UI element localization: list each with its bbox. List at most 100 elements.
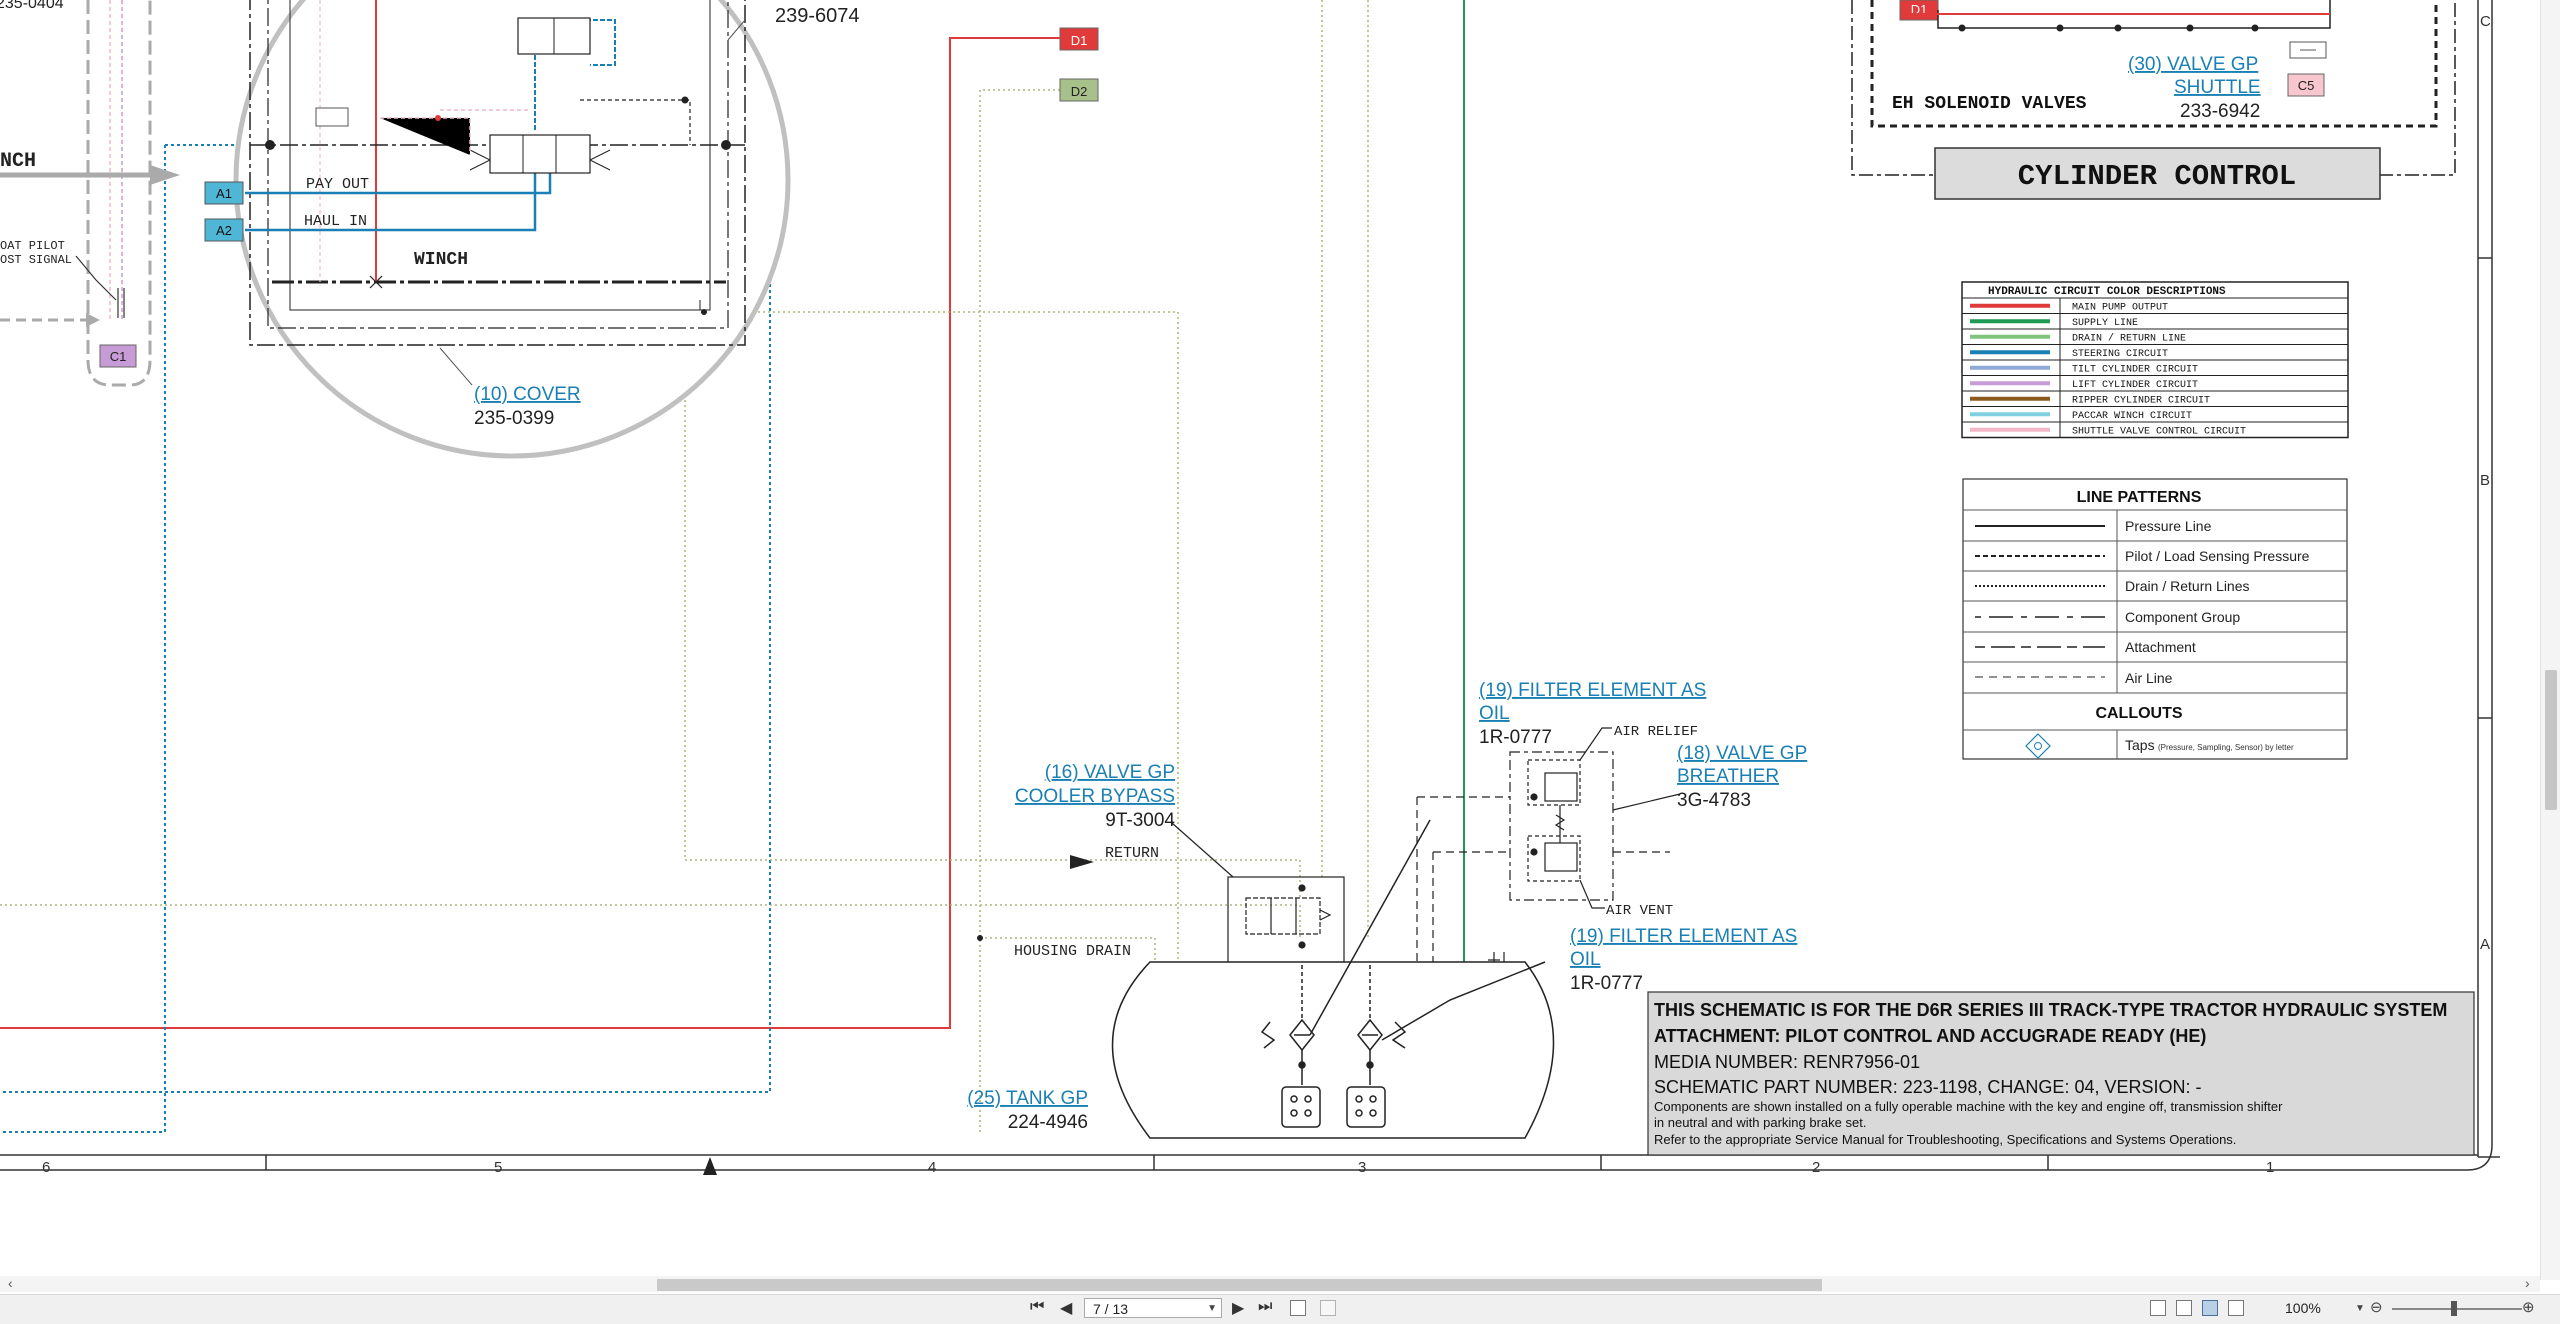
svg-text:CYLINDER CONTROL: CYLINDER CONTROL bbox=[2018, 160, 2296, 193]
winch-cut-label: NCH bbox=[0, 150, 36, 173]
filter-bottom-link-1[interactable]: (19) FILTER ELEMENT AS bbox=[1570, 926, 1797, 947]
status-bar: ⏮ ◀ 7 / 13 ▼ ▶ ⏭ 100% ▼ ⊖ ⊕ bbox=[0, 1294, 2560, 1324]
zoom-level[interactable]: 100% bbox=[2285, 1300, 2321, 1316]
pattern-attachment: Attachment bbox=[2125, 639, 2196, 655]
tag-a1[interactable]: A1 bbox=[204, 181, 244, 205]
row-marker-b: B bbox=[2480, 472, 2490, 489]
title-block: THIS SCHEMATIC IS FOR THE D6R SERIES III… bbox=[1647, 991, 2475, 1156]
col-marker-2: 2 bbox=[1812, 1159, 1820, 1176]
tank-link[interactable]: (25) TANK GP bbox=[967, 1088, 1088, 1109]
tag-c5[interactable]: C5 bbox=[2287, 73, 2325, 97]
air-vent-label: AIR VENT bbox=[1606, 903, 1673, 919]
color-legend-label-2: DRAIN / RETURN LINE bbox=[2072, 333, 2186, 345]
tag-a2[interactable]: A2 bbox=[204, 218, 244, 242]
filter-top-part: 1R-0777 bbox=[1479, 727, 1552, 748]
haul-in-label: HAUL IN bbox=[304, 213, 367, 230]
color-legend-title: HYDRAULIC CIRCUIT COLOR DESCRIPTIONS bbox=[1988, 286, 2226, 298]
pattern-air: Air Line bbox=[2125, 670, 2173, 686]
col-marker-1: 1 bbox=[2266, 1159, 2274, 1176]
shuttle-link-1[interactable]: (30) VALVE GP bbox=[2128, 54, 2258, 75]
zoom-out-icon[interactable]: ⊖ bbox=[2370, 1298, 2383, 1316]
filter-top-link-1[interactable]: (19) FILTER ELEMENT AS bbox=[1479, 680, 1706, 701]
zoom-in-icon[interactable]: ⊕ bbox=[2522, 1298, 2535, 1316]
pattern-pilot: Pilot / Load Sensing Pressure bbox=[2125, 548, 2310, 564]
page-view-icon[interactable] bbox=[1290, 1300, 1306, 1316]
page-view-alt-icon[interactable] bbox=[1320, 1300, 1336, 1316]
cooler-bypass-valve bbox=[1171, 822, 1345, 964]
cover-link[interactable]: (10) COVER bbox=[474, 384, 581, 405]
continuous-page-icon[interactable] bbox=[2176, 1300, 2192, 1316]
document-viewport[interactable]: C B A 6 5 4 3 2 1 OAT PILOT OST SIGNAL 2… bbox=[0, 0, 2540, 1280]
detail-circle bbox=[0, 0, 791, 459]
tag-d1[interactable]: D1 bbox=[1059, 27, 1099, 51]
filter-top-link-2[interactable]: OIL bbox=[1479, 703, 1510, 724]
air-relief-label: AIR RELIEF bbox=[1614, 724, 1698, 740]
taps-small: (Pressure, Sampling, Sensor) by letter bbox=[2158, 743, 2294, 752]
svg-text:LINE PATTERNS: LINE PATTERNS bbox=[2077, 489, 2202, 506]
scroll-right-icon[interactable]: › bbox=[2525, 1275, 2530, 1291]
row-marker-a: A bbox=[2480, 936, 2490, 953]
col-marker-3: 3 bbox=[1358, 1159, 1366, 1176]
gray-dashed-group bbox=[86, 0, 152, 387]
float-pilot-symbol bbox=[75, 255, 125, 318]
cooler-part: 9T-3004 bbox=[1105, 810, 1175, 831]
filter-bottom-link-2[interactable]: OIL bbox=[1570, 949, 1601, 970]
continuous-facing-icon[interactable] bbox=[2228, 1300, 2244, 1316]
chevron-down-icon[interactable]: ▼ bbox=[1207, 1299, 1217, 1319]
col-marker-6: 6 bbox=[42, 1159, 50, 1176]
horizontal-scroll-thumb[interactable] bbox=[657, 1279, 1822, 1291]
vertical-scrollbar[interactable] bbox=[2540, 0, 2560, 1280]
zoom-slider[interactable] bbox=[2392, 1308, 2522, 1310]
color-legend-label-6: RIPPER CYLINDER CIRCUIT bbox=[2072, 396, 2210, 407]
shuttle-link-2[interactable]: SHUTTLE bbox=[2174, 77, 2261, 98]
svg-text:A2: A2 bbox=[216, 223, 232, 238]
row-marker-c: C bbox=[2480, 13, 2491, 30]
svg-text:D2: D2 bbox=[1071, 84, 1088, 99]
svg-text:C1: C1 bbox=[110, 349, 127, 364]
cylinder-control-banner: CYLINDER CONTROL bbox=[1934, 147, 2381, 200]
vertical-scroll-thumb[interactable] bbox=[2545, 670, 2557, 810]
cooler-link-1[interactable]: (16) VALVE GP bbox=[1045, 762, 1175, 783]
tag-c1[interactable]: C1 bbox=[99, 344, 137, 368]
first-page-icon[interactable]: ⏮ bbox=[1030, 1298, 1044, 1316]
page-number-field[interactable]: 7 / 13 ▼ bbox=[1084, 1298, 1222, 1318]
filter-bottom-part: 1R-0777 bbox=[1570, 973, 1643, 994]
title-line-6: in neutral and with parking brake set. bbox=[1654, 1115, 1866, 1130]
winch-label: WINCH bbox=[414, 250, 468, 270]
schematic-sheet: C B A 6 5 4 3 2 1 OAT PILOT OST SIGNAL 2… bbox=[0, 0, 2500, 1176]
facing-pages-icon[interactable] bbox=[2202, 1300, 2218, 1316]
svg-text:A1: A1 bbox=[216, 186, 232, 201]
color-legend-label-3: STEERING CIRCUIT bbox=[2072, 349, 2168, 360]
breather-link-2[interactable]: BREATHER bbox=[1677, 766, 1779, 787]
previous-page-icon[interactable]: ◀ bbox=[1060, 1298, 1072, 1318]
single-page-icon[interactable] bbox=[2150, 1300, 2166, 1316]
tank-part: 224-4946 bbox=[1008, 1112, 1088, 1133]
taps-label: Taps bbox=[2125, 737, 2155, 753]
next-page-icon[interactable]: ▶ bbox=[1232, 1298, 1244, 1318]
drain-line-b bbox=[0, 904, 1301, 940]
cut-part-number: 235-0404 bbox=[0, 0, 64, 12]
pattern-pressure: Pressure Line bbox=[2125, 518, 2212, 534]
zoom-dropdown-icon[interactable]: ▼ bbox=[2355, 1303, 2365, 1314]
color-legend-label-8: SHUTTLE VALVE CONTROL CIRCUIT bbox=[2072, 427, 2246, 438]
page-number-text: 7 / 13 bbox=[1093, 1301, 1129, 1317]
cooler-link-2[interactable]: COOLER BYPASS bbox=[1015, 786, 1175, 807]
callouts-title: CALLOUTS bbox=[2095, 705, 2182, 722]
last-page-icon[interactable]: ⏭ bbox=[1258, 1298, 1272, 1316]
color-legend-label-1: SUPPLY LINE bbox=[2072, 318, 2138, 329]
zoom-slider-handle[interactable] bbox=[2451, 1301, 2457, 1316]
color-legend-label-4: TILT CYLINDER CIRCUIT bbox=[2072, 365, 2198, 376]
pattern-drain: Drain / Return Lines bbox=[2125, 578, 2250, 594]
scroll-left-icon[interactable]: ‹ bbox=[8, 1275, 13, 1291]
horizontal-scrollbar[interactable] bbox=[0, 1276, 2540, 1292]
return-arrow bbox=[1070, 855, 1094, 869]
title-line-1: THIS SCHEMATIC IS FOR THE D6R SERIES III… bbox=[1654, 1000, 2447, 1020]
pay-out-label: PAY OUT bbox=[306, 176, 369, 193]
breather-link-1[interactable]: (18) VALVE GP bbox=[1677, 743, 1807, 764]
tag-d2[interactable]: D2 bbox=[1059, 78, 1099, 102]
breather-part: 3G-4783 bbox=[1677, 790, 1751, 811]
title-line-4: SCHEMATIC PART NUMBER: 223-1198, CHANGE:… bbox=[1654, 1077, 2201, 1097]
color-legend: HYDRAULIC CIRCUIT COLOR DESCRIPTIONS MAIN… bbox=[1961, 281, 2349, 439]
tag-d1-upper[interactable]: D1 bbox=[1899, 0, 1939, 21]
drain-line-a bbox=[979, 89, 1060, 1135]
